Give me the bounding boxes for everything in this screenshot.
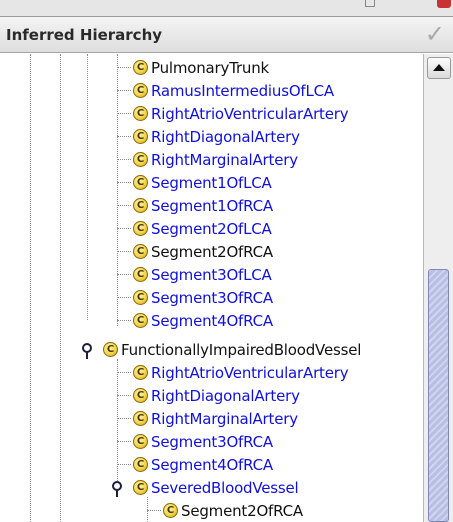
tree-connector (117, 159, 131, 160)
tree-guide-line (117, 54, 118, 326)
class-icon: C (163, 503, 178, 518)
tree-node[interactable]: C Segment1OfRCA (133, 194, 273, 217)
class-icon: C (133, 244, 148, 259)
vertical-scrollbar[interactable] (423, 54, 453, 522)
class-icon: C (133, 313, 148, 328)
tree-node-label: Segment3OfRCA (151, 288, 273, 307)
tree-node-parent[interactable]: C SeveredBloodVessel (133, 476, 299, 499)
tree-connector (117, 372, 131, 373)
arrow-up-icon (433, 64, 445, 71)
tree-node[interactable]: C RightMarginalArtery (133, 407, 298, 430)
panel-title: Inferred Hierarchy (6, 26, 163, 44)
tree-node-label: RightMarginalArtery (151, 150, 298, 169)
tree-connector (117, 464, 131, 465)
tree-node[interactable]: C Segment3OfLCA (133, 263, 272, 286)
tree-node-label: RamusIntermediusOfLCA (151, 81, 334, 100)
tree-node-label: RightMarginalArtery (151, 409, 298, 428)
tree-node-label: Segment3OfLCA (151, 265, 272, 284)
tree-connector (117, 251, 131, 252)
class-icon: C (133, 457, 148, 472)
tree-connector (117, 113, 131, 114)
tree-guide-line (60, 54, 61, 522)
minimize-icon[interactable] (365, 0, 375, 7)
tree-node[interactable]: C RightMarginalArtery (133, 148, 298, 171)
tree-connector (117, 274, 131, 275)
tree-node[interactable]: C Segment3OfRCA (133, 430, 273, 453)
expand-toggle-icon[interactable] (112, 481, 122, 497)
class-icon: C (133, 480, 148, 495)
close-icon[interactable] (437, 0, 451, 8)
tree-node-label: RightAtrioVentricularArtery (151, 104, 349, 123)
scroll-up-button[interactable] (427, 57, 451, 79)
class-icon: C (133, 60, 148, 75)
class-icon: C (133, 152, 148, 167)
class-icon: C (133, 129, 148, 144)
tree-node[interactable]: C Segment2OfLCA (133, 217, 272, 240)
tree-guide-line (87, 54, 88, 320)
tree-node-label: RightDiagonalArtery (151, 386, 300, 405)
tree-connector (117, 136, 131, 137)
tree-connector (117, 395, 131, 396)
class-icon: C (133, 388, 148, 403)
panel-header: Inferred Hierarchy ✓ (0, 17, 453, 53)
tree-connector (147, 510, 161, 511)
tree-node[interactable]: C Segment1OfLCA (133, 171, 272, 194)
check-icon[interactable]: ✓ (425, 20, 445, 48)
tree-node-label: Segment1OfLCA (151, 173, 272, 192)
tree-connector (117, 320, 131, 321)
tree-node-label: FunctionallyImpairedBloodVessel (121, 340, 362, 359)
tree-node[interactable]: C RightAtrioVentricularArtery (133, 361, 349, 384)
tree-node-label: Segment2OfLCA (151, 219, 272, 238)
class-icon: C (103, 342, 118, 357)
tree-node[interactable]: C Segment2OfRCA (163, 499, 303, 522)
class-icon: C (133, 290, 148, 305)
tree-node[interactable]: C RightDiagonalArtery (133, 125, 300, 148)
tree-guide-line (117, 359, 118, 497)
class-icon: C (133, 106, 148, 121)
tree-node-label: Segment1OfRCA (151, 196, 273, 215)
tree-connector (117, 205, 131, 206)
previous-panel-edge (0, 0, 453, 17)
scroll-thumb[interactable] (428, 269, 449, 522)
class-icon: C (133, 411, 148, 426)
tree-node[interactable]: C Segment2OfRCA (133, 240, 273, 263)
tree-node[interactable]: C Segment3OfRCA (133, 286, 273, 309)
tree-node-label: Segment3OfRCA (151, 432, 273, 451)
tree-connector (117, 182, 131, 183)
class-icon: C (133, 434, 148, 449)
tree-connector (117, 67, 131, 68)
class-icon: C (133, 365, 148, 380)
tree-node-label: SeveredBloodVessel (151, 478, 299, 497)
tree-node-label: Segment4OfRCA (151, 311, 273, 330)
tree-node[interactable]: C RamusIntermediusOfLCA (133, 79, 334, 102)
tree-node-label: Segment4OfRCA (151, 455, 273, 474)
tree-connector (117, 441, 131, 442)
tree-connector (117, 418, 131, 419)
tree-node[interactable]: C RightAtrioVentricularArtery (133, 102, 349, 125)
tree-node[interactable]: C Segment4OfRCA (133, 309, 273, 332)
class-icon: C (133, 83, 148, 98)
tree-connector (117, 297, 131, 298)
tree-node-label: PulmonaryTrunk (151, 58, 270, 77)
class-icon: C (133, 198, 148, 213)
tree-connector (117, 228, 131, 229)
tree-connector (117, 90, 131, 91)
tree-node-label: RightDiagonalArtery (151, 127, 300, 146)
class-icon: C (133, 175, 148, 190)
tree-guide-line (30, 54, 31, 522)
class-tree[interactable]: C PulmonaryTrunk C RamusIntermediusOfLCA… (0, 54, 423, 522)
tree-node[interactable]: C PulmonaryTrunk (133, 56, 269, 79)
expand-toggle-icon[interactable] (82, 343, 92, 359)
tree-node[interactable]: C Segment4OfRCA (133, 453, 273, 476)
class-icon: C (133, 267, 148, 282)
tree-node-label: Segment2OfRCA (181, 501, 303, 520)
tree-node-parent[interactable]: C FunctionallyImpairedBloodVessel (103, 338, 361, 361)
tree-node[interactable]: C RightDiagonalArtery (133, 384, 300, 407)
tree-node-label: RightAtrioVentricularArtery (151, 363, 349, 382)
class-icon: C (133, 221, 148, 236)
tree-node-label: Segment2OfRCA (151, 242, 273, 261)
